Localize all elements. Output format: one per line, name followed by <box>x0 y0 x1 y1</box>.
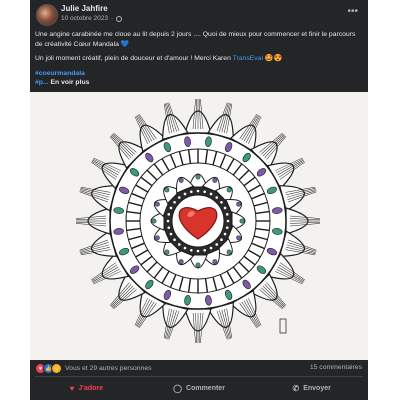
share-button[interactable]: ✆ Envoyer <box>255 377 368 400</box>
date-separator: · <box>110 15 114 22</box>
heart-icon: ♥ <box>69 384 75 393</box>
ring-dot <box>196 249 200 253</box>
ring-dot <box>173 200 176 204</box>
globe-icon <box>116 15 123 22</box>
ring-dot <box>190 248 193 252</box>
hashtag-truncated[interactable]: #p... <box>35 79 49 86</box>
comment-label: Commenter <box>186 385 225 392</box>
love-button[interactable]: ♥ J'adore <box>30 377 143 400</box>
post-text: Une angine carabinée me cloue au lit dep… <box>35 30 361 88</box>
post-image[interactable] <box>30 92 368 360</box>
ring-dot <box>196 189 200 193</box>
ring-dot <box>220 200 223 204</box>
ring-dot <box>183 246 187 250</box>
see-more-link[interactable]: En voir plus <box>51 79 90 86</box>
ring-dot <box>169 232 173 236</box>
hashtag-line-2: #p... En voir plus <box>35 78 361 88</box>
care-reaction-icon: ☺ <box>51 363 62 374</box>
reactions-text: Vous et 29 autres personnes <box>65 365 152 372</box>
ring-dot <box>223 206 227 210</box>
ring-dot <box>183 192 187 196</box>
ring-dot <box>203 190 206 194</box>
ring-dot <box>167 226 171 229</box>
ring-dot <box>215 196 219 199</box>
comment-button[interactable]: ◯ Commenter <box>143 377 256 400</box>
mention-link[interactable]: TransEval <box>233 55 263 62</box>
paragraph-2: Un joli moment créatif, plein de douceur… <box>35 54 361 64</box>
ring-dot <box>225 213 229 216</box>
post-meta: 10 octobre 2023 · <box>61 15 123 22</box>
comments-count[interactable]: 15 commentaires <box>310 364 362 371</box>
ring-dot <box>169 206 173 210</box>
share-label: Envoyer <box>303 385 331 392</box>
paragraph-2-text: Un joli moment créatif, plein de douceur… <box>35 55 231 62</box>
more-horizontal-icon[interactable]: ••• <box>347 7 358 17</box>
paragraph-1-text: Une angine carabinée me cloue au lit dep… <box>35 31 356 48</box>
ring-dot <box>177 196 181 199</box>
hashtag-line: #coeurmandala <box>35 69 361 79</box>
reactions-summary[interactable]: ♥ 👍 ☺ Vous et 29 autres personnes <box>35 363 152 374</box>
hashtag-coeurmandala[interactable]: #coeurmandala <box>35 70 85 77</box>
avatar[interactable] <box>36 4 58 26</box>
post-stats: ♥ 👍 ☺ Vous et 29 autres personnes 15 com… <box>30 360 368 376</box>
ring-dot <box>177 243 181 246</box>
post-header: Julie Jahfire 10 octobre 2023 · ••• <box>30 0 368 28</box>
ring-dot <box>167 213 171 216</box>
face-emoji: 🤩😍 <box>264 55 283 62</box>
ring-dot <box>166 219 170 223</box>
messenger-icon: ✆ <box>292 384 300 393</box>
blue-heart-emoji: 💙 <box>120 40 130 48</box>
ring-dot <box>209 246 213 250</box>
ring-dot <box>209 192 213 196</box>
ring-dot <box>220 238 223 242</box>
ring-dot <box>173 238 176 242</box>
comment-icon: ◯ <box>173 384 183 393</box>
ring-dot <box>223 232 227 236</box>
mandala-illustration <box>30 92 368 360</box>
paragraph-1: Une angine carabinée me cloue au lit dep… <box>35 30 361 49</box>
author-name[interactable]: Julie Jahfire <box>61 4 108 13</box>
ring-dot <box>215 243 219 246</box>
ring-dot <box>190 190 193 194</box>
ring-dot <box>226 219 230 223</box>
action-bar: ♥ J'adore ◯ Commenter ✆ Envoyer <box>30 377 368 400</box>
love-label: J'adore <box>78 385 104 392</box>
post-date[interactable]: 10 octobre 2023 <box>61 15 108 22</box>
post-card: Julie Jahfire 10 octobre 2023 · ••• Une … <box>30 0 368 400</box>
ring-dot <box>225 226 229 229</box>
ring-dot <box>203 248 206 252</box>
